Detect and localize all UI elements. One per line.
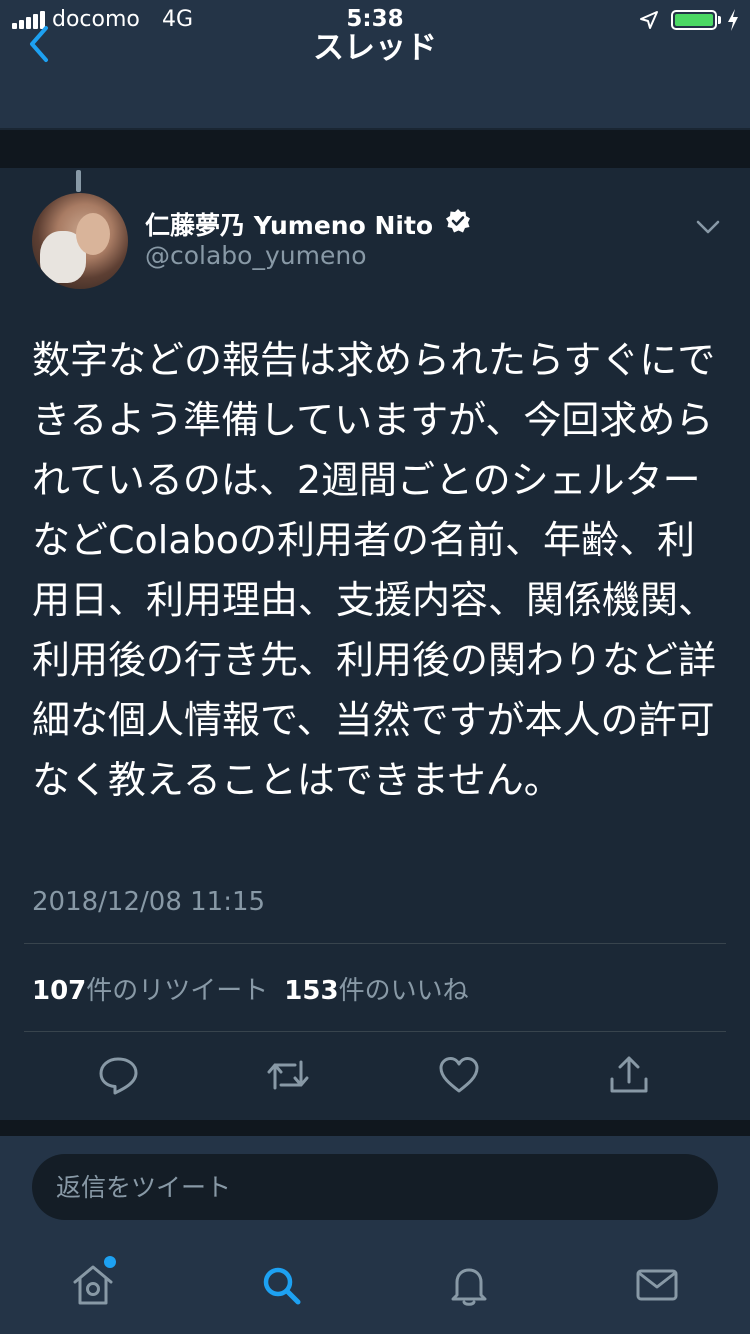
engagement-stats: 107件のリツイート 153件のいいね [32, 970, 469, 1007]
tab-messages[interactable] [634, 1262, 680, 1308]
user-handle[interactable]: @colabo_yumeno [145, 241, 366, 270]
display-name[interactable]: 仁藤夢乃 Yumeno Nito [145, 206, 433, 242]
divider [24, 943, 726, 944]
like-button[interactable] [436, 1052, 482, 1098]
page-title: スレッド [313, 30, 437, 66]
verified-badge-icon [446, 209, 470, 233]
retweet-stat[interactable]: 107件のリツイート [32, 976, 268, 1006]
like-stat[interactable]: 153件のいいね [284, 976, 468, 1006]
avatar[interactable] [32, 193, 128, 289]
divider [24, 1031, 726, 1032]
like-label: 件のいいね [338, 976, 469, 1006]
tweet-text: 数字などの報告は求められたらすぐにできるよう準備していますが、今回求められている… [32, 338, 717, 802]
notification-dot [104, 1256, 116, 1268]
reply-input[interactable] [32, 1154, 718, 1220]
thread-connector [76, 170, 81, 192]
thread-gap [0, 130, 750, 168]
tab-home[interactable] [70, 1262, 116, 1308]
reply-button[interactable] [96, 1052, 142, 1098]
section-gap [0, 1120, 750, 1136]
avatar-face-shape [76, 213, 110, 255]
retweet-label: 件のリツイート [86, 976, 269, 1006]
like-count: 153 [284, 976, 339, 1006]
tweet-timestamp: 2018/12/08 11:15 [32, 887, 266, 917]
share-button[interactable] [606, 1052, 652, 1098]
chevron-down-icon[interactable] [694, 213, 722, 241]
tab-notifications[interactable] [446, 1262, 492, 1308]
retweet-count: 107 [32, 976, 87, 1006]
retweet-button[interactable] [265, 1052, 311, 1098]
tab-search[interactable] [258, 1262, 304, 1308]
